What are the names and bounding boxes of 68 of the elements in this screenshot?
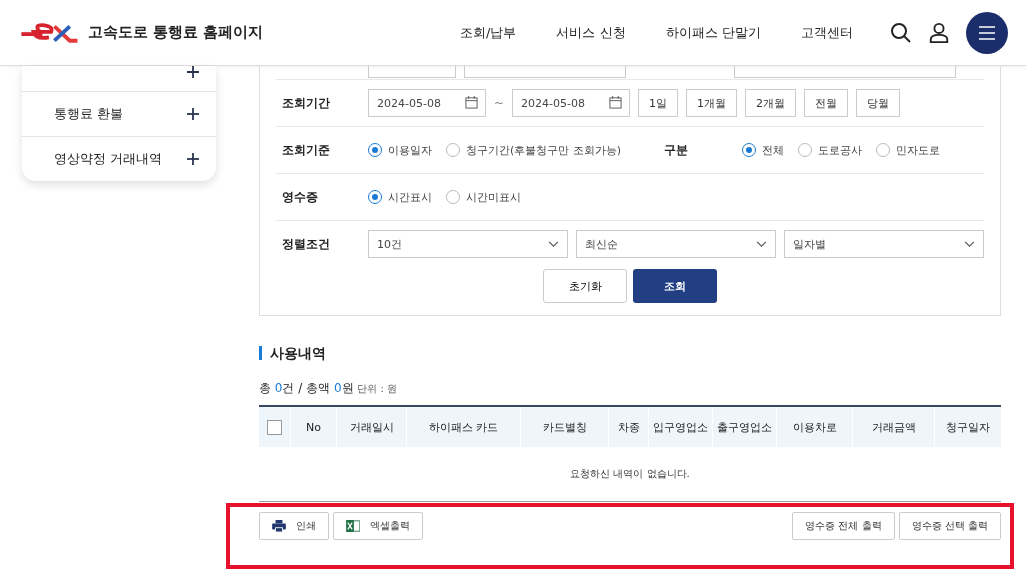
column-header: 거래일시 — [349, 419, 394, 435]
menu-button[interactable] — [966, 11, 1008, 54]
period-button[interactable]: 당월 — [856, 89, 901, 117]
nav-link[interactable]: 서비스 신청 — [536, 23, 646, 42]
calendar-icon[interactable] — [465, 96, 478, 109]
search-button[interactable]: 조회 — [633, 269, 717, 303]
column-header: 카드별칭 — [542, 419, 587, 435]
sidebar-item[interactable]: 통행료 환불 — [22, 92, 216, 137]
plus-icon[interactable] — [187, 153, 199, 165]
date-field[interactable]: 2024-05-08 — [512, 89, 631, 117]
radio-option[interactable]: 청구기간(후불청구만 조회가능) — [446, 142, 622, 158]
menu-icon[interactable] — [977, 25, 997, 40]
period-button[interactable]: 2개월 — [745, 89, 797, 117]
input-field[interactable] — [368, 66, 456, 78]
field-label: 조회기준 — [282, 141, 331, 159]
radio-option[interactable]: 도로공사 — [798, 142, 862, 158]
nav-link[interactable]: 고객센터 — [780, 23, 873, 42]
dropdown[interactable]: 최신순 — [576, 230, 776, 258]
calendar-icon[interactable] — [609, 96, 623, 109]
column-header: 하이패스 카드 — [428, 419, 499, 435]
chevron-down-icon — [548, 240, 559, 248]
chevron-down-icon — [964, 240, 975, 248]
date-field[interactable]: 2024-05-08 — [368, 89, 486, 117]
plus-icon[interactable] — [187, 66, 199, 78]
range-separator: ~ — [494, 96, 505, 110]
printer-icon — [272, 520, 286, 532]
action-button[interactable]: 인쇄 — [259, 512, 329, 540]
period-button[interactable]: 1개월 — [686, 89, 738, 117]
column-header: 거래금액 — [871, 419, 916, 435]
plus-icon[interactable] — [187, 108, 199, 120]
reset-button[interactable]: 초기화 — [543, 269, 627, 303]
field-label: 구분 — [664, 141, 689, 159]
column-header: 입구영업소 — [653, 419, 708, 435]
radio-option[interactable]: 시간표시 — [368, 189, 432, 205]
column-header: 출구영업소 — [717, 419, 772, 435]
field-label: 정렬조건 — [282, 235, 331, 253]
field-label: 조회기간 — [282, 94, 331, 112]
column-header: 차종 — [617, 419, 640, 435]
period-button[interactable]: 전월 — [804, 89, 849, 117]
input-field[interactable] — [734, 66, 956, 78]
checkbox[interactable] — [267, 419, 282, 435]
receipt-print-button[interactable]: 영수증 전체 출력 — [792, 512, 895, 540]
result-summary: 총 0건 / 총액 0원 단위 : 원 — [259, 380, 399, 397]
dropdown[interactable]: 일자별 — [784, 230, 984, 258]
logo-icon — [20, 21, 80, 44]
chevron-down-icon — [756, 240, 767, 248]
nav-link[interactable]: 조회/납부 — [440, 23, 537, 42]
period-button[interactable]: 1일 — [638, 89, 679, 117]
empty-message: 요청하신 내역이 없습니다. — [259, 449, 1001, 502]
field-label: 영수증 — [282, 188, 319, 206]
column-header: No — [306, 420, 321, 434]
site-title[interactable]: 고속도로 통행료 홈페이지 — [88, 23, 264, 42]
column-header: 청구일자 — [946, 419, 990, 435]
user-icon[interactable] — [928, 21, 950, 44]
search-icon[interactable] — [890, 21, 912, 44]
section-title: 사용내역 — [259, 346, 1001, 360]
receipt-print-button[interactable]: 영수증 선택 출력 — [898, 512, 1001, 540]
radio-option[interactable]: 이용일자 — [368, 142, 432, 158]
spreadsheet-icon — [346, 520, 360, 532]
dropdown[interactable]: 10건 — [368, 230, 568, 258]
action-button[interactable]: 엑셀출력 — [333, 512, 423, 540]
radio-option[interactable]: 시간미표시 — [446, 189, 521, 205]
sidebar-item[interactable]: 영상약정 거래내역 — [22, 137, 216, 181]
nav-link[interactable]: 하이패스 단말기 — [645, 23, 781, 42]
radio-option[interactable]: 전체 — [742, 142, 784, 158]
radio-option[interactable]: 민자도로 — [876, 142, 940, 158]
input-field[interactable] — [464, 66, 626, 78]
column-header: 이용차로 — [792, 419, 837, 435]
